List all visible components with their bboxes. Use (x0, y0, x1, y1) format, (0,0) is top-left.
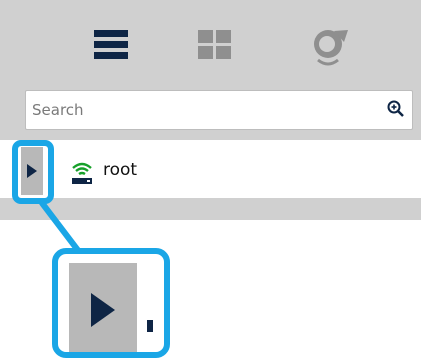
refresh-icon (314, 30, 348, 66)
expander-highlight (12, 140, 54, 204)
list-view-icon (94, 30, 128, 59)
grid-view-icon (198, 30, 231, 59)
zoomed-expander-callout (52, 248, 170, 358)
wireless-router-icon (69, 160, 95, 186)
tree-node-label[interactable]: root (103, 160, 137, 180)
search-zoom-button[interactable] (386, 99, 406, 119)
zoom-in-icon (387, 100, 404, 117)
zoomed-caret-right-icon (91, 293, 115, 327)
tree-node-row[interactable] (0, 140, 421, 198)
search-box (25, 90, 413, 130)
list-view-button[interactable] (84, 22, 134, 68)
zoomed-node-icon-fragment (147, 320, 153, 332)
search-input[interactable] (26, 91, 366, 129)
navigator-panel: root (0, 0, 421, 220)
grid-view-button[interactable] (190, 22, 240, 68)
zoomed-expander (69, 263, 137, 352)
refresh-button[interactable] (306, 22, 356, 68)
view-toolbar (0, 0, 421, 86)
